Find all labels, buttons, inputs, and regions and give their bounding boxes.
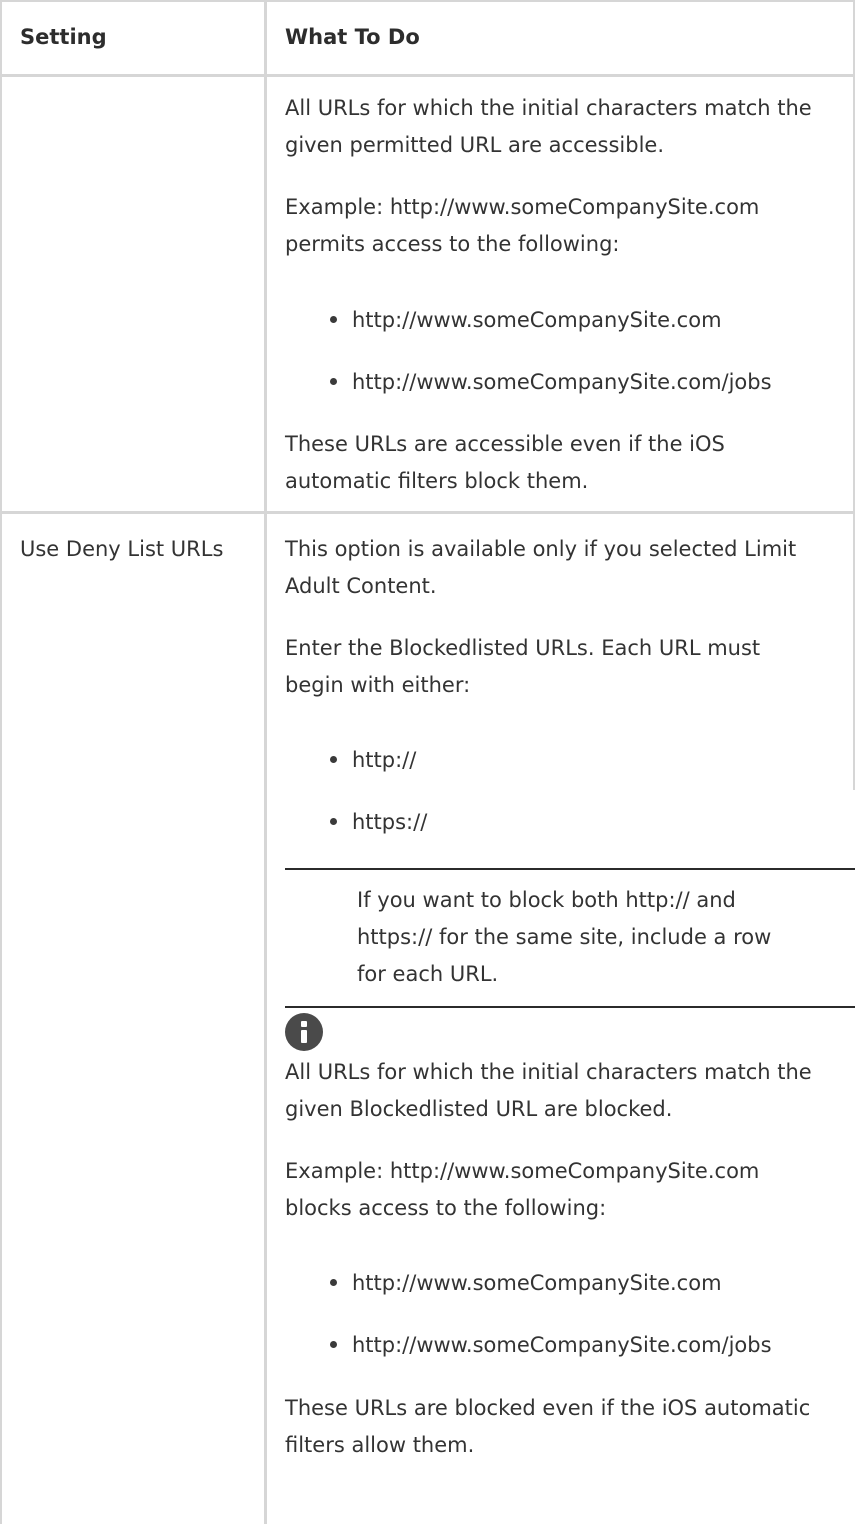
bullet-icon: [330, 1340, 337, 1348]
header-divider: [0, 74, 855, 77]
note-top-rule: [285, 868, 855, 870]
row2-paragraph-2-line-2: begin with either:: [285, 673, 471, 697]
row1-list-item-text: http://www.someCompanySite.com/jobs: [352, 370, 772, 394]
column-divider: [264, 0, 267, 1524]
row1-paragraph-2-line-1: Example: http://www.someCompanySite.com: [285, 195, 760, 219]
row2-paragraph-3-line-2: given Blockedlisted URL are blocked.: [285, 1097, 673, 1121]
row2-paragraph-4-line-1: Example: http://www.someCompanySite.com: [285, 1159, 760, 1183]
row2-list-item: http://: [330, 742, 416, 779]
settings-table: Setting What To Do All URLs for which th…: [0, 0, 855, 1524]
row1-paragraph-1-line-2: given permitted URL are accessible.: [285, 133, 665, 157]
bullet-icon: [330, 755, 337, 763]
column-header-what-to-do: What To Do: [285, 25, 420, 49]
row2-list-item-text: https://: [352, 810, 428, 834]
row1-list-item: http://www.someCompanySite.com: [330, 302, 722, 339]
row2-list-item-text: http://: [352, 748, 417, 772]
table-left-border: [0, 0, 2, 1524]
note-line-2: https:// for the same site, include a ro…: [357, 925, 772, 949]
row2-paragraph-1-line-1: This option is available only if you sel…: [285, 537, 797, 561]
row2-paragraph-4-line-2: blocks access to the following:: [285, 1196, 607, 1220]
row2-paragraph-5-line-2: filters allow them.: [285, 1433, 475, 1457]
info-icon: [285, 1013, 323, 1051]
row1-list-item: http://www.someCompanySite.com/jobs: [330, 364, 772, 401]
bullet-icon: [330, 817, 337, 825]
row1-paragraph-3-line-1: These URLs are accessible even if the iO…: [285, 432, 725, 456]
bullet-icon: [330, 1278, 337, 1286]
row2-list-item: https://: [330, 804, 427, 841]
row2-paragraph-5-line-1: These URLs are blocked even if the iOS a…: [285, 1396, 811, 1420]
row2-paragraph-3-line-1: All URLs for which the initial character…: [285, 1060, 812, 1084]
note-line-1: If you want to block both http:// and: [357, 888, 736, 912]
row2-paragraph-1-line-2: Adult Content.: [285, 574, 437, 598]
table-top-border: [0, 0, 855, 2]
bullet-icon: [330, 315, 337, 323]
row2-paragraph-2-line-1: Enter the Blockedlisted URLs. Each URL m…: [285, 636, 761, 660]
row1-paragraph-2-line-2: permits access to the following:: [285, 232, 620, 256]
note-line-3: for each URL.: [357, 962, 499, 986]
setting-name-deny-list: Use Deny List URLs: [20, 537, 224, 561]
row2-list-item-text: http://www.someCompanySite.com: [352, 1271, 722, 1295]
row-divider: [0, 511, 855, 514]
row1-paragraph-1-line-1: All URLs for which the initial character…: [285, 96, 812, 120]
column-header-setting: Setting: [20, 25, 107, 49]
bullet-icon: [330, 377, 337, 385]
note-bottom-rule: [285, 1006, 855, 1008]
row2-list-item: http://www.someCompanySite.com: [330, 1265, 722, 1302]
row2-list-item-text: http://www.someCompanySite.com/jobs: [352, 1333, 772, 1357]
row1-list-item-text: http://www.someCompanySite.com: [352, 308, 722, 332]
row2-list-item: http://www.someCompanySite.com/jobs: [330, 1327, 772, 1364]
row1-paragraph-3-line-2: automatic filters block them.: [285, 469, 589, 493]
